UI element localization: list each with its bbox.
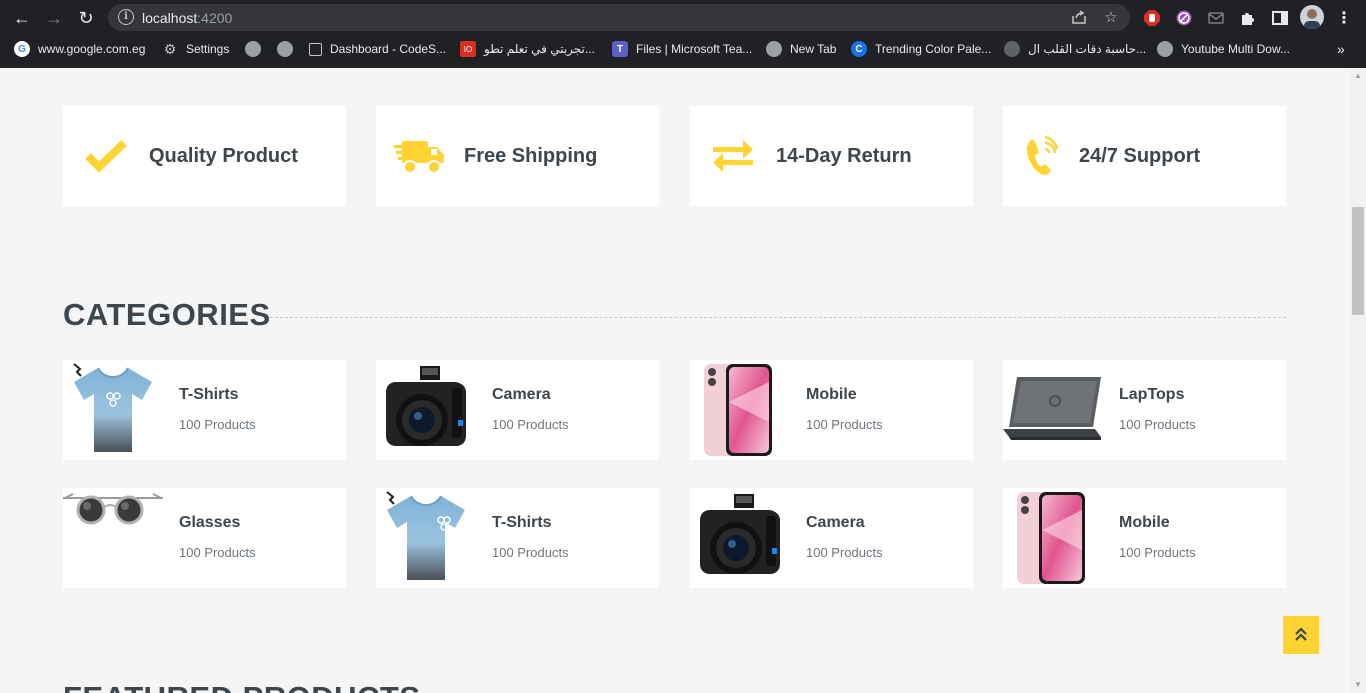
- category-name[interactable]: LapTops: [1119, 386, 1184, 404]
- palette-site-icon: C: [851, 41, 867, 57]
- category-card-camera[interactable]: Camera 100 Products: [690, 488, 973, 588]
- category-card-tshirts[interactable]: T-Shirts 100 Products: [63, 360, 346, 460]
- back-icon[interactable]: ←: [10, 6, 34, 30]
- heart-site-icon: [1004, 41, 1020, 57]
- category-card-tshirts[interactable]: T-Shirts 100 Products: [376, 488, 659, 588]
- adblock-extension-icon[interactable]: [1141, 7, 1163, 29]
- category-count: 100 Products: [492, 545, 569, 560]
- truck-icon: [376, 137, 464, 175]
- globe-icon: [1157, 41, 1173, 57]
- category-name[interactable]: Camera: [806, 514, 865, 532]
- category-card-glasses[interactable]: Glasses 100 Products: [63, 488, 346, 588]
- teams-icon: T: [612, 41, 628, 57]
- scrollbar-thumb[interactable]: [1352, 207, 1364, 315]
- browser-menu-icon[interactable]: ⋮: [1333, 7, 1355, 29]
- share-icon[interactable]: [1070, 8, 1088, 26]
- camera-image[interactable]: [376, 360, 476, 460]
- block-extension-icon[interactable]: [1173, 7, 1195, 29]
- category-name[interactable]: Camera: [492, 386, 551, 404]
- page-scrollbar[interactable]: ▲ ▼: [1350, 68, 1366, 693]
- mobile-image[interactable]: [690, 360, 790, 460]
- bookmark-google[interactable]: G www.google.com.eg: [14, 40, 145, 58]
- bookmark-color-palettes[interactable]: C Trending Color Pale...: [851, 40, 991, 58]
- feature-24-7-support: 24/7 Support: [1003, 106, 1286, 206]
- browser-chrome: ← → ↻ i localhost:4200 ☆ ⋮ G www.google.…: [0, 0, 1366, 68]
- feature-quality-product: Quality Product: [63, 106, 346, 206]
- bookmark-arabic-learning[interactable]: IO تجربتي في تعلم تطو...: [460, 40, 595, 58]
- section-divider: [270, 317, 1286, 318]
- globe-icon: [277, 41, 293, 57]
- bookmark-star-icon[interactable]: ☆: [1102, 8, 1120, 26]
- feature-label: Quality Product: [149, 144, 298, 167]
- category-name[interactable]: T-Shirts: [179, 386, 239, 404]
- category-count: 100 Products: [492, 417, 569, 432]
- browser-toolbar: ← → ↻ i localhost:4200 ☆ ⋮: [0, 0, 1366, 35]
- profile-avatar[interactable]: [1300, 5, 1324, 29]
- tshirt-image[interactable]: [376, 488, 476, 588]
- url-text: localhost:4200: [142, 10, 233, 26]
- category-count: 100 Products: [806, 417, 883, 432]
- site-info-icon[interactable]: i: [118, 9, 134, 25]
- scroll-up-icon[interactable]: ▲: [1354, 72, 1362, 80]
- tshirt-image[interactable]: [63, 360, 163, 460]
- page-content: Quality Product Free Shipping 14-Day Ret…: [0, 68, 1350, 693]
- extensions-puzzle-icon[interactable]: [1237, 7, 1259, 29]
- scroll-down-icon[interactable]: ▼: [1354, 681, 1362, 689]
- phone-icon: [1003, 135, 1079, 177]
- bookmarks-bar: G www.google.com.eg ⚙ Settings Dashboard…: [0, 37, 1366, 61]
- more-bookmarks-icon[interactable]: »: [1337, 40, 1345, 58]
- category-name[interactable]: T-Shirts: [492, 514, 552, 532]
- google-icon: G: [14, 41, 30, 57]
- reload-icon[interactable]: ↻: [74, 6, 98, 30]
- bookmark-globe-1[interactable]: [245, 40, 269, 58]
- category-card-mobile[interactable]: Mobile 100 Products: [1003, 488, 1286, 588]
- page-icon: [309, 42, 322, 56]
- category-card-camera[interactable]: Camera 100 Products: [376, 360, 659, 460]
- omnibox-actions: ☆: [1070, 8, 1120, 26]
- feature-label: 24/7 Support: [1079, 144, 1201, 167]
- feature-14-day-return: 14-Day Return: [690, 106, 973, 206]
- side-panel-icon[interactable]: [1269, 7, 1291, 29]
- bookmark-dashboard[interactable]: Dashboard - CodeS...: [309, 40, 446, 58]
- back-to-top-button[interactable]: [1283, 616, 1319, 654]
- check-icon: [63, 139, 149, 173]
- mobile-image[interactable]: [1003, 488, 1103, 588]
- category-count: 100 Products: [1119, 545, 1196, 560]
- double-chevron-up-icon: [1295, 625, 1307, 646]
- glasses-image[interactable]: [63, 488, 163, 588]
- bookmark-settings[interactable]: ⚙ Settings: [162, 40, 230, 58]
- laptop-image[interactable]: [1003, 360, 1103, 460]
- bookmark-youtube-downloader[interactable]: Youtube Multi Dow...: [1157, 40, 1290, 58]
- category-count: 100 Products: [179, 545, 256, 560]
- bookmark-globe-2[interactable]: [277, 40, 301, 58]
- category-card-laptops[interactable]: LapTops 100 Products: [1003, 360, 1286, 460]
- address-bar[interactable]: i localhost:4200 ☆: [108, 4, 1130, 31]
- globe-icon: [766, 41, 782, 57]
- category-name[interactable]: Mobile: [1119, 514, 1170, 532]
- category-card-mobile[interactable]: Mobile 100 Products: [690, 360, 973, 460]
- bookmark-new-tab[interactable]: New Tab: [766, 40, 836, 58]
- categories-title: CATEGORIES: [63, 297, 271, 332]
- app-logo-icon: IO: [460, 41, 476, 57]
- category-count: 100 Products: [179, 417, 256, 432]
- bookmark-heart-rate[interactable]: حاسبة دقات القلب ال...: [1004, 40, 1146, 58]
- category-name[interactable]: Mobile: [806, 386, 857, 404]
- bookmark-microsoft-teams[interactable]: T Files | Microsoft Tea...: [612, 40, 752, 58]
- feature-label: 14-Day Return: [776, 144, 912, 167]
- camera-image[interactable]: [690, 488, 790, 588]
- mail-extension-icon[interactable]: [1205, 7, 1227, 29]
- exchange-arrows-icon: [690, 140, 776, 172]
- feature-label: Free Shipping: [464, 144, 598, 167]
- category-name[interactable]: Glasses: [179, 514, 240, 532]
- gear-icon: ⚙: [163, 40, 177, 57]
- category-count: 100 Products: [1119, 417, 1196, 432]
- globe-icon: [245, 41, 261, 57]
- featured-products-title: FEATURED PRODUCTS: [63, 680, 421, 693]
- feature-free-shipping: Free Shipping: [376, 106, 659, 206]
- category-count: 100 Products: [806, 545, 883, 560]
- forward-icon[interactable]: →: [42, 6, 66, 30]
